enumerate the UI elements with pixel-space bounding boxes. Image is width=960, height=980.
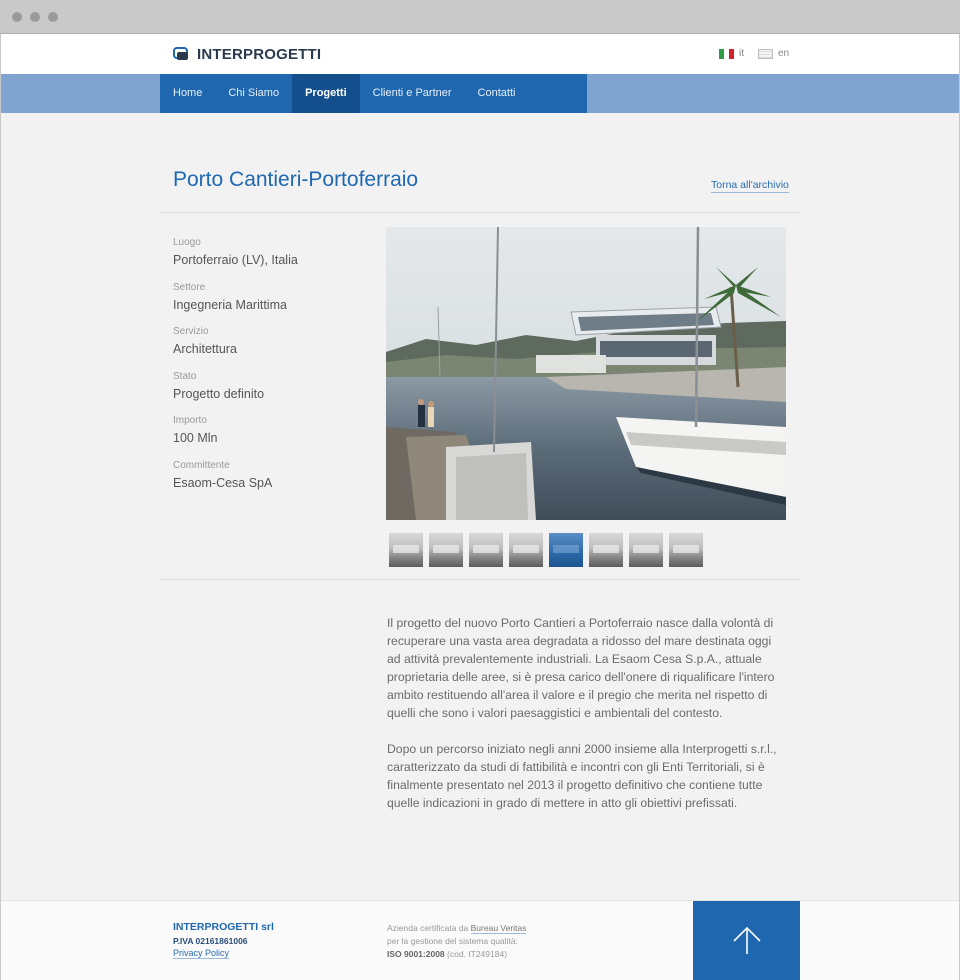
- project-main-image[interactable]: [386, 227, 786, 520]
- uk-flag-icon: [758, 48, 773, 59]
- thumbnail[interactable]: [469, 533, 503, 567]
- detail-value: Portoferraio (LV), Italia: [173, 253, 298, 267]
- thumbnail[interactable]: [669, 533, 703, 567]
- detail-value: Architettura: [173, 342, 237, 357]
- window-close-dot[interactable]: [12, 12, 22, 22]
- detail-value: Esaom-Cesa SpA: [173, 475, 273, 490]
- detail-committente: Committente Esaom-Cesa SpA: [173, 460, 298, 505]
- detail-value: Ingegneria Marittima: [173, 297, 287, 312]
- thumbnail-active[interactable]: [549, 533, 583, 567]
- footer-company-name: INTERPROGETTI srl: [173, 921, 274, 933]
- detail-label: Settore: [173, 281, 206, 293]
- description-paragraph: Il progetto del nuovo Porto Cantieri a P…: [387, 616, 775, 720]
- language-label: it: [739, 48, 744, 59]
- project-description: Il progetto del nuovo Porto Cantieri a P…: [387, 614, 787, 812]
- detail-importo: Importo 100 Mln: [173, 415, 298, 460]
- italy-flag-icon: [719, 48, 734, 59]
- bureau-veritas-link[interactable]: Bureau Veritas: [470, 923, 527, 934]
- detail-settore: Settore Ingegneria Marittima: [173, 282, 298, 327]
- description-paragraph: Dopo un percorso iniziato negli anni 200…: [387, 742, 777, 810]
- language-label: en: [778, 48, 790, 59]
- page: INTERPROGETTI it en Home Chi Siamo Proge…: [1, 34, 959, 980]
- arrow-up-icon: [732, 926, 761, 954]
- detail-servizio: Servizio Architettura: [173, 326, 298, 371]
- nav-item-progetti[interactable]: Progetti: [292, 74, 360, 113]
- language-it[interactable]: it: [719, 48, 744, 59]
- window-minimize-dot[interactable]: [30, 12, 40, 22]
- window-maximize-dot[interactable]: [48, 12, 58, 22]
- detail-label: Servizio: [173, 326, 209, 338]
- nav-item-chi-siamo[interactable]: Chi Siamo: [215, 74, 292, 113]
- detail-stato: Stato Progetto definito: [173, 371, 298, 416]
- detail-label: Importo: [173, 415, 207, 427]
- page-title: Porto Cantieri-Portoferraio: [173, 168, 419, 191]
- thumbnail-strip: [389, 533, 709, 567]
- privacy-policy-link[interactable]: Privacy Policy: [173, 948, 230, 959]
- scroll-to-top-button[interactable]: [693, 901, 800, 980]
- cert-line: per la gestione del sistema qualità:: [387, 936, 518, 946]
- thumbnail[interactable]: [389, 533, 423, 567]
- nav-item-contatti[interactable]: Contatti: [465, 74, 529, 113]
- nav-item-home[interactable]: Home: [160, 74, 215, 113]
- language-en[interactable]: en: [758, 48, 789, 59]
- thumbnail[interactable]: [429, 533, 463, 567]
- site-footer: INTERPROGETTI srl P.IVA 02161861006 Priv…: [1, 900, 959, 980]
- detail-label: Luogo: [173, 237, 201, 248]
- logo-icon: [173, 47, 189, 61]
- cert-code: (cod. IT249184): [444, 949, 508, 959]
- cert-prefix: Azienda certificata da: [387, 923, 471, 933]
- divider: [160, 579, 800, 580]
- browser-chrome: [0, 0, 960, 34]
- site-header: INTERPROGETTI it en: [1, 34, 959, 74]
- detail-value: 100 Mln: [173, 431, 218, 446]
- detail-luogo: Luogo Portoferraio (LV), Italia: [173, 237, 298, 282]
- navbar: Home Chi Siamo Progetti Clienti e Partne…: [1, 74, 959, 113]
- thumbnail[interactable]: [509, 533, 543, 567]
- footer-certification: Azienda certificata da Bureau Veritas pe…: [387, 922, 527, 961]
- logo-text: INTERPROGETTI: [197, 45, 322, 63]
- divider: [160, 212, 800, 213]
- project-details: Luogo Portoferraio (LV), Italia Settore …: [173, 237, 298, 505]
- thumbnail[interactable]: [629, 533, 663, 567]
- detail-value: Progetto definito: [173, 386, 265, 401]
- marina-render: [386, 227, 786, 520]
- detail-label: Stato: [173, 370, 197, 382]
- detail-label: Committente: [173, 459, 230, 471]
- back-to-archive-link[interactable]: Torna all'archivio: [711, 179, 789, 193]
- footer-vat-number: P.IVA 02161861006: [173, 936, 248, 946]
- logo[interactable]: INTERPROGETTI: [173, 45, 322, 63]
- cert-iso: ISO 9001:2008: [387, 949, 445, 959]
- nav-item-clienti-partner[interactable]: Clienti e Partner: [360, 74, 465, 113]
- main-nav: Home Chi Siamo Progetti Clienti e Partne…: [160, 74, 587, 113]
- thumbnail[interactable]: [589, 533, 623, 567]
